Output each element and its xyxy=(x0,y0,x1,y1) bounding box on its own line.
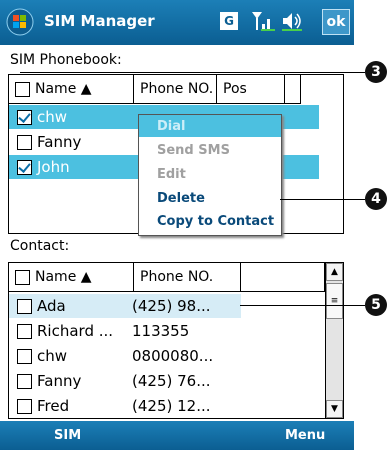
signal-icon[interactable] xyxy=(250,10,276,32)
menu-item-dial-label: Dial xyxy=(157,119,186,134)
row-name: Fred xyxy=(37,397,70,415)
scroll-thumb[interactable]: ≡ xyxy=(326,283,343,319)
callout-leader-line xyxy=(240,305,365,306)
header-name-label: Name ▲ xyxy=(35,269,92,285)
row-checkbox[interactable] xyxy=(17,298,32,314)
callout-leader-line xyxy=(280,199,365,200)
contact-row[interactable]: Fanny (425) 76... xyxy=(9,369,241,393)
row-name: chw xyxy=(37,108,68,126)
row-name: Richard ... xyxy=(37,322,114,340)
column-header-blank xyxy=(285,75,301,104)
scroll-down-icon[interactable]: ▼ xyxy=(326,400,343,418)
header-phone-label: Phone NO. xyxy=(140,269,214,285)
menu-item-edit[interactable]: Edit xyxy=(157,167,186,182)
softkey-bar: SIM Menu xyxy=(0,421,354,450)
ok-button[interactable]: ok xyxy=(322,9,350,35)
row-phone: 0800080... xyxy=(132,347,214,365)
row-checkbox[interactable] xyxy=(17,373,32,389)
row-phone: (425) 98... xyxy=(132,297,211,315)
menu-item-send-sms[interactable]: Send SMS xyxy=(157,143,230,158)
contact-label: Contact: xyxy=(10,238,70,254)
row-checkbox[interactable] xyxy=(17,134,32,150)
volume-icon[interactable] xyxy=(280,10,304,32)
row-phone: (425) 12... xyxy=(132,397,211,415)
select-all-checkbox[interactable] xyxy=(15,81,30,97)
callout-5: 5 xyxy=(365,294,387,316)
menu-softkey[interactable]: Menu xyxy=(285,428,325,443)
menu-item-copy-to-contact[interactable]: Copy to Contact xyxy=(157,214,274,229)
row-name: John xyxy=(37,158,70,176)
contact-row[interactable]: Ada (425) 98... xyxy=(9,294,241,318)
screen: SIM Manager G ok SIM Phonebook: Name ▲ P… xyxy=(0,0,354,450)
row-name: Ada xyxy=(37,297,66,315)
callout-4: 4 xyxy=(365,188,387,210)
contact-row[interactable]: Richard ... 113355 xyxy=(9,319,241,343)
windows-start-icon[interactable] xyxy=(6,8,34,36)
row-checkbox[interactable] xyxy=(17,109,32,125)
column-header-phone[interactable]: Phone NO. xyxy=(134,75,217,104)
sim-phonebook-label: SIM Phonebook: xyxy=(10,52,122,68)
header-pos-label: Pos xyxy=(223,81,247,97)
title-bar: SIM Manager G ok xyxy=(0,0,354,45)
callout-leader-line xyxy=(20,72,365,73)
select-all-checkbox[interactable] xyxy=(15,269,30,285)
column-header-name[interactable]: Name ▲ xyxy=(9,75,134,104)
column-header-name[interactable]: Name ▲ xyxy=(9,263,134,292)
row-checkbox[interactable] xyxy=(17,323,32,339)
row-phone: (425) 76... xyxy=(132,372,211,390)
sim-softkey[interactable]: SIM xyxy=(54,428,81,443)
contact-row[interactable]: chw 0800080... xyxy=(9,344,241,368)
row-name: Fanny xyxy=(37,372,82,390)
row-name: Fanny xyxy=(37,133,82,151)
contact-row[interactable]: Fred (425) 12... xyxy=(9,394,241,418)
gprs-icon: G xyxy=(220,12,238,30)
context-menu: Dial Send SMS Edit Delete Copy to Contac… xyxy=(138,114,282,236)
menu-item-delete[interactable]: Delete xyxy=(157,191,205,206)
scroll-up-icon[interactable]: ▲ xyxy=(326,263,343,281)
header-name-label: Name ▲ xyxy=(35,81,92,97)
row-name: chw xyxy=(37,347,68,365)
column-header-pos[interactable]: Pos xyxy=(217,75,285,104)
row-checkbox[interactable] xyxy=(17,348,32,364)
row-checkbox[interactable] xyxy=(17,398,32,414)
header-phone-label: Phone NO. xyxy=(140,81,214,97)
callout-3: 3 xyxy=(365,61,387,83)
app-title: SIM Manager xyxy=(44,12,155,30)
column-header-phone[interactable]: Phone NO. xyxy=(134,263,241,292)
column-header-blank xyxy=(241,263,325,292)
row-phone: 113355 xyxy=(132,322,190,340)
row-checkbox[interactable] xyxy=(17,159,32,175)
contact-scrollbar[interactable]: ▲ ≡ ▼ xyxy=(325,263,343,418)
contact-list[interactable]: Name ▲ Phone NO. Ada (425) 98... Richard… xyxy=(8,262,344,419)
